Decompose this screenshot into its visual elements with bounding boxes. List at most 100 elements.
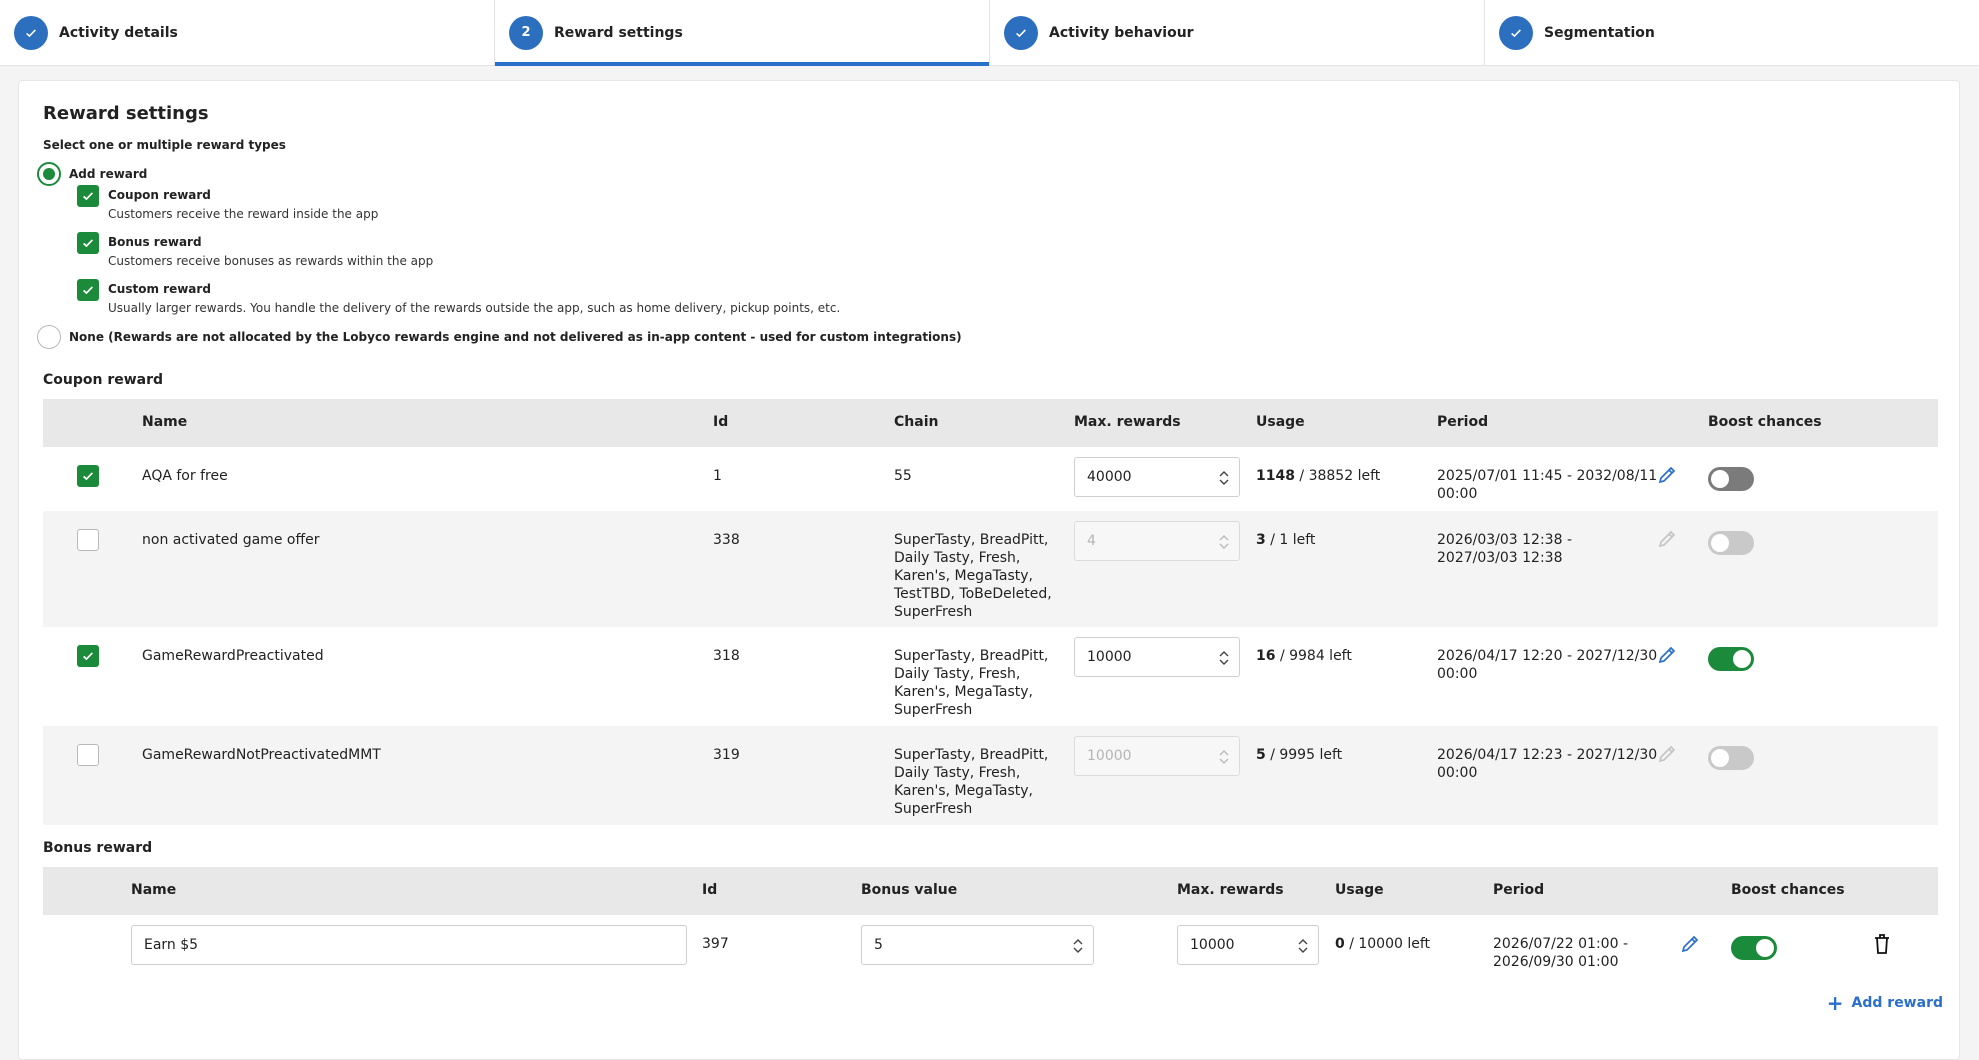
edit-pencil-icon [1655,527,1679,551]
spinner-icon [1073,939,1083,953]
max-rewards-input[interactable]: 10000 [1074,736,1240,776]
table-row: GameRewardNotPreactivatedMMT 319 SuperTa… [43,726,1938,825]
period-value: 2026/03/03 12:38 -2027/03/03 12:38 [1437,532,1572,566]
custom-reward-checkbox[interactable] [77,279,99,301]
edit-pencil-icon[interactable] [1655,643,1679,667]
col-name: Name [131,882,177,898]
reward-name: GameRewardPreactivated [142,648,324,664]
row-select-checkbox[interactable] [77,645,99,667]
col-id: Id [702,882,718,898]
reward-chain: SuperTasty, BreadPitt, Daily Tasty, Fresh… [894,648,1049,718]
period-value: 2026/04/17 12:23 - 2027/12/30 00:00 [1437,747,1658,781]
plus-icon: + [1826,991,1844,1015]
reward-id: 319 [713,747,740,763]
col-boost: Boost chances [1731,882,1845,898]
edit-pencil-icon [1655,742,1679,766]
row-select-checkbox[interactable] [77,529,99,551]
custom-reward-title: Custom reward [108,282,211,296]
reward-id: 338 [713,532,740,548]
table-row: non activated game offer 338 SuperTasty,… [43,511,1938,627]
reward-chain: 55 [894,468,912,484]
row-select-checkbox[interactable] [77,744,99,766]
period-value: 2026/04/17 12:20 - 2027/12/30 00:00 [1437,648,1658,682]
add-reward-radio[interactable]: Add reward [37,162,147,186]
row-select-checkbox[interactable] [77,465,99,487]
max-rewards-input[interactable]: 40000 [1074,457,1240,497]
edit-pencil-icon[interactable] [1655,463,1679,487]
spinner-icon [1219,471,1229,485]
add-reward-button-label: Add reward [1851,995,1943,1011]
step-segmentation[interactable]: Segmentation [1485,0,1979,65]
radio-selected-icon [37,162,61,186]
coupon-table-header: Name Id Chain Max. rewards Usage Period … [43,399,1938,447]
wizard-stepper: Activity details 2 Reward settings Activ… [0,0,1979,66]
bonus-reward-option: Bonus reward Customers receive bonuses a… [77,232,433,269]
bonus-section-title: Bonus reward [43,840,153,856]
step-activity-details[interactable]: Activity details [0,0,495,65]
spinner-icon [1219,535,1229,549]
usage-value: 0 / 10000 left [1335,936,1431,952]
edit-pencil-icon[interactable] [1678,932,1702,956]
bonus-reward-desc: Customers receive bonuses as rewards wit… [108,254,434,268]
table-row: AQA for free 1 55 40000 1148 / 38852 lef… [43,447,1938,511]
coupon-reward-option: Coupon reward Customers receive the rewa… [77,185,378,222]
check-icon [1499,15,1533,50]
add-reward-button[interactable]: + Add reward [1826,991,1943,1015]
step-reward-settings[interactable]: 2 Reward settings [495,0,990,66]
col-id: Id [713,414,729,430]
check-icon [14,15,48,50]
none-radio-label: None (Rewards are not allocated by the L… [69,330,962,344]
reward-id: 1 [713,468,722,484]
boost-toggle[interactable] [1708,746,1754,770]
trash-icon[interactable] [1870,932,1894,956]
col-max-rewards: Max. rewards [1074,414,1181,430]
col-name: Name [142,414,188,430]
reward-id: 318 [713,648,740,664]
boost-toggle[interactable] [1731,936,1777,960]
radio-empty-icon [37,325,61,349]
boost-toggle[interactable] [1708,647,1754,671]
table-row: Earn $5 397 5 10000 0 / 10000 left 2026/… [43,915,1938,981]
reward-settings-card: Reward settings Select one or multiple r… [18,80,1960,1060]
period-value: 2025/07/01 11:45 - 2032/08/11 00:00 [1437,468,1658,502]
coupon-table: Name Id Chain Max. rewards Usage Period … [43,399,1938,825]
col-period: Period [1493,882,1545,898]
bonus-value-input[interactable]: 5 [861,925,1094,965]
max-rewards-input[interactable]: 10000 [1074,637,1240,677]
col-chain: Chain [894,414,939,430]
spinner-icon [1219,651,1229,665]
check-icon [1004,15,1038,50]
coupon-reward-desc: Customers receive the reward inside the … [108,207,379,221]
col-usage: Usage [1335,882,1384,898]
none-radio[interactable]: None (Rewards are not allocated by the L… [37,325,962,349]
period-value: 2026/07/22 01:00 -2026/09/30 01:00 [1493,936,1628,970]
reward-chain: SuperTasty, BreadPitt, Daily Tasty, Fresh… [894,532,1052,620]
bonus-reward-checkbox[interactable] [77,232,99,254]
boost-toggle[interactable] [1708,467,1754,491]
reward-type-subtitle: Select one or multiple reward types [43,138,286,152]
add-reward-radio-label: Add reward [69,167,148,181]
coupon-reward-title: Coupon reward [108,188,211,202]
coupon-section-title: Coupon reward [43,372,164,388]
max-rewards-input[interactable]: 10000 [1177,925,1319,965]
max-rewards-input[interactable]: 4 [1074,521,1240,561]
custom-reward-option: Custom reward Usually larger rewards. Yo… [77,279,840,316]
bonus-name-input[interactable]: Earn $5 [131,925,687,965]
step-label: Segmentation [1544,24,1655,41]
usage-value: 3 / 1 left [1256,532,1316,548]
step-number: 2 [509,15,543,50]
spinner-icon [1298,939,1308,953]
coupon-reward-checkbox[interactable] [77,185,99,207]
step-label: Activity details [59,24,178,41]
usage-value: 16 / 9984 left [1256,648,1352,664]
step-activity-behaviour[interactable]: Activity behaviour [990,0,1485,65]
reward-id: 397 [702,936,729,952]
usage-value: 5 / 9995 left [1256,747,1343,763]
boost-toggle[interactable] [1708,531,1754,555]
usage-value: 1148 / 38852 left [1256,468,1381,484]
reward-name: GameRewardNotPreactivatedMMT [142,747,381,763]
col-bonus-value: Bonus value [861,882,958,898]
col-boost: Boost chances [1708,414,1822,430]
bonus-table: Name Id Bonus value Max. rewards Usage P… [43,867,1938,981]
bonus-table-header: Name Id Bonus value Max. rewards Usage P… [43,867,1938,915]
